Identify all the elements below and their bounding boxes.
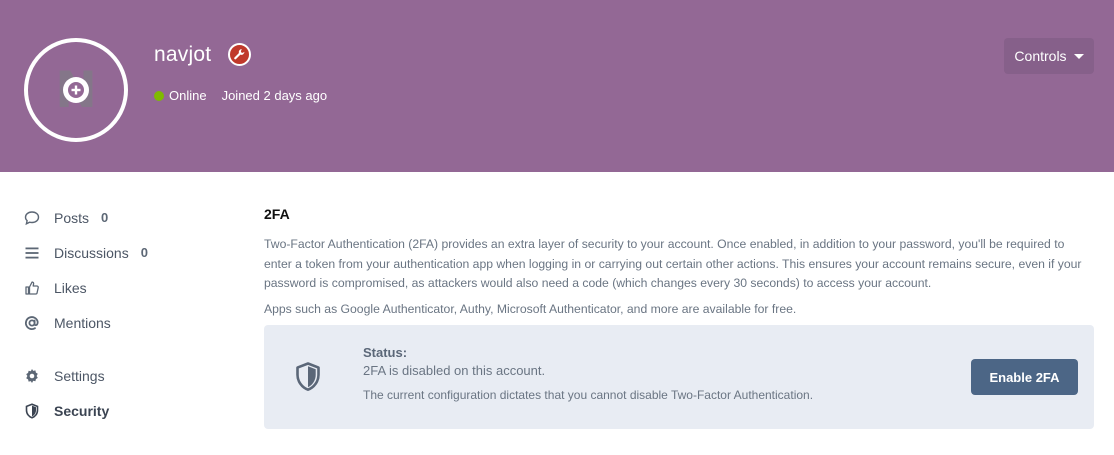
sidebar-item-label: Security <box>54 402 110 419</box>
status-note: The current configuration dictates that … <box>363 388 814 402</box>
profile-hero: N navjot Online Joined 2 days ago Contro… <box>0 0 1114 172</box>
joined-text: Joined 2 days ago <box>221 88 328 103</box>
list-icon <box>24 245 40 261</box>
sidebar-item-label: Posts <box>54 209 90 226</box>
section-title: 2FA <box>264 206 290 222</box>
controls-button[interactable]: Controls <box>1004 38 1094 74</box>
sidebar-item-security[interactable]: Security <box>24 393 224 428</box>
sidebar-item-label: Mentions <box>54 314 111 331</box>
user-status: Online Joined 2 days ago <box>154 88 327 103</box>
sidebar-item-posts[interactable]: Posts 0 <box>24 200 224 235</box>
sidebar-nav: Posts 0 Discussions 0 Likes Mentions Set… <box>24 200 224 428</box>
discussions-count: 0 <box>140 245 148 260</box>
avatar[interactable]: N <box>24 38 128 142</box>
controls-label: Controls <box>1014 48 1067 64</box>
online-indicator <box>154 90 164 101</box>
sidebar-item-label: Discussions <box>54 244 129 261</box>
sidebar-divider <box>24 340 224 358</box>
username: navjot <box>154 43 212 66</box>
sidebar-item-likes[interactable]: Likes <box>24 270 224 305</box>
status-label: Status: <box>363 345 408 360</box>
enable-2fa-button[interactable]: Enable 2FA <box>971 359 1078 395</box>
thumbs-up-icon <box>24 280 40 296</box>
online-label: Online <box>169 88 207 103</box>
sidebar-item-label: Settings <box>54 367 105 384</box>
posts-count: 0 <box>101 210 109 225</box>
plus-circle-icon[interactable] <box>63 77 89 103</box>
sidebar-item-settings[interactable]: Settings <box>24 358 224 393</box>
wrench-icon <box>228 43 251 66</box>
at-icon <box>24 315 40 331</box>
sidebar-item-label: Likes <box>54 279 87 296</box>
twofa-status-panel: Status: 2FA is disabled on this account.… <box>264 325 1094 429</box>
shield-icon <box>295 362 321 397</box>
status-value: 2FA is disabled on this account. <box>363 363 546 378</box>
sidebar-item-discussions[interactable]: Discussions 0 <box>24 235 224 270</box>
apps-text: Apps such as Google Authenticator, Authy… <box>264 301 797 316</box>
sidebar-item-mentions[interactable]: Mentions <box>24 305 224 340</box>
caret-down-icon <box>1073 53 1084 59</box>
comment-icon <box>24 210 40 226</box>
twofa-description: Two-Factor Authentication (2FA) provides… <box>264 237 1082 290</box>
gear-icon <box>24 368 40 384</box>
security-content: 2FA Two-Factor Authentication (2FA) prov… <box>264 206 1094 316</box>
shield-icon <box>24 402 40 419</box>
